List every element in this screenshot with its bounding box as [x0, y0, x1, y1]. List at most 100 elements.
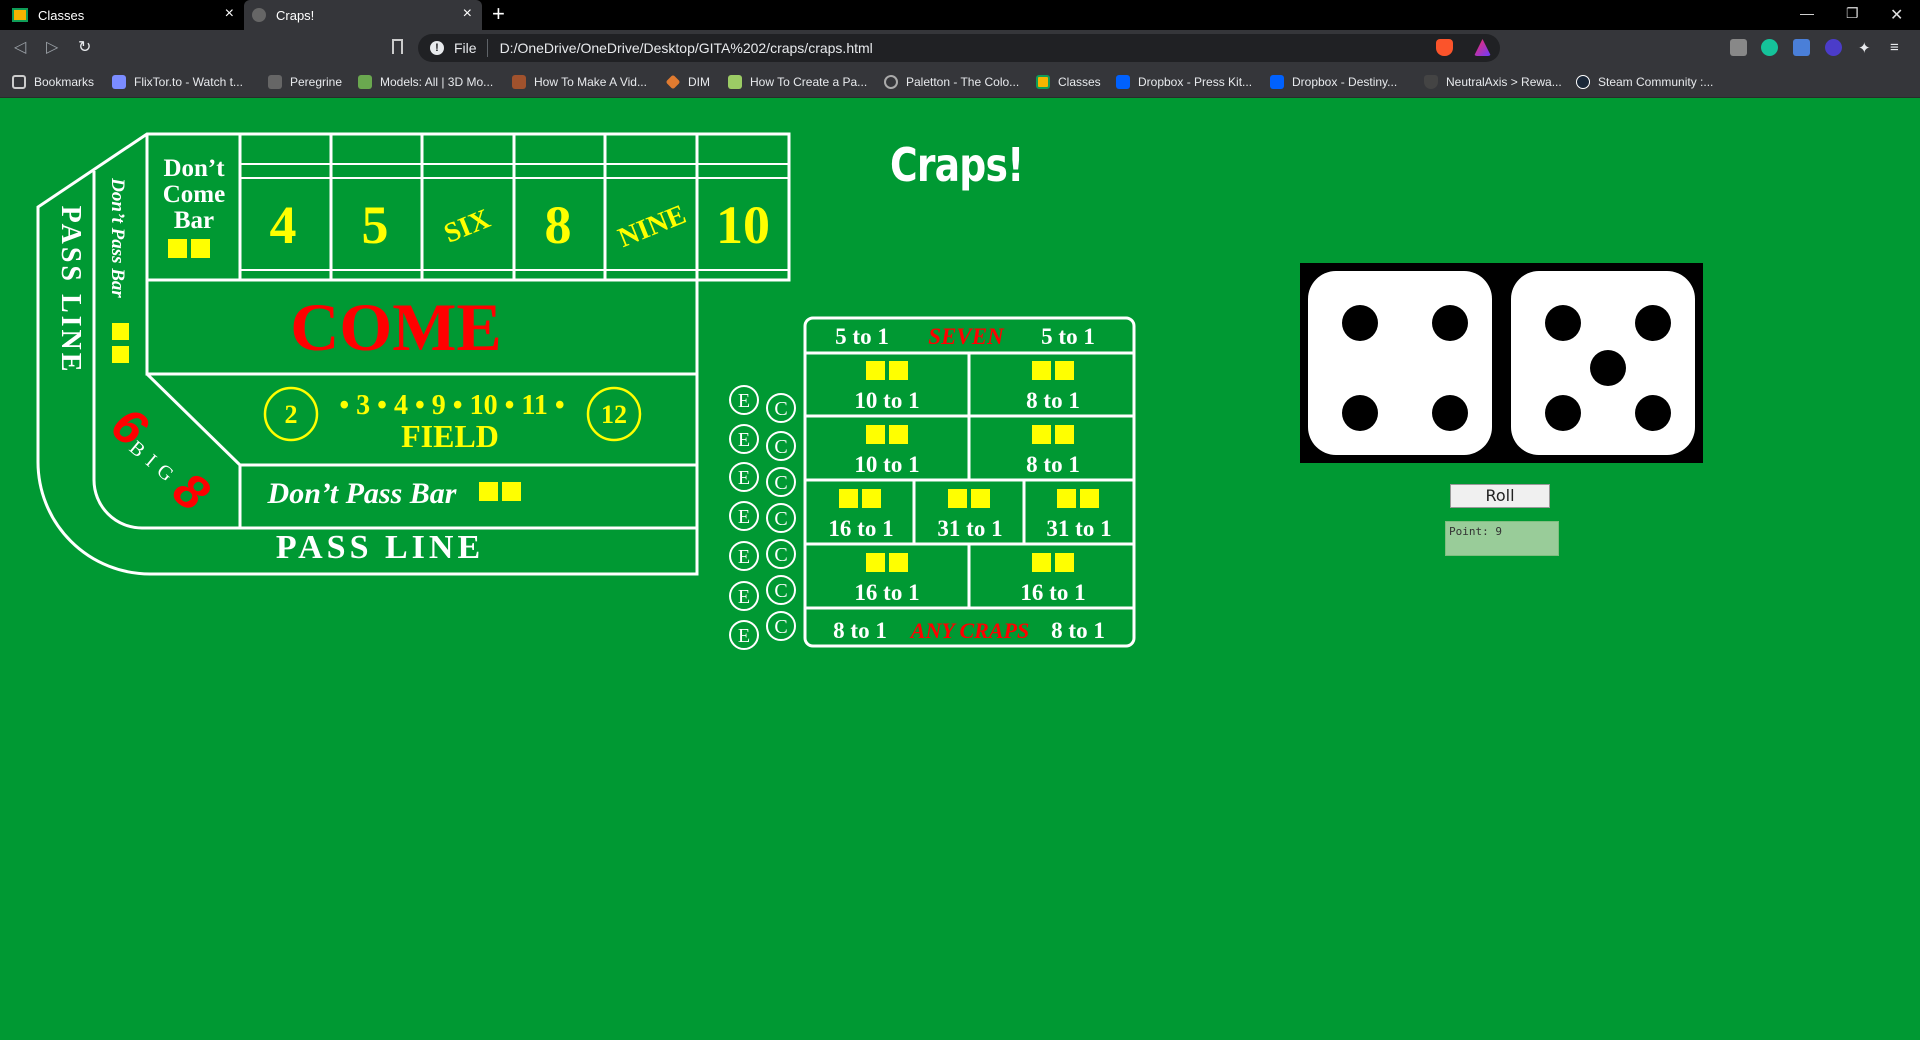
bookmark-page-icon[interactable] — [392, 39, 403, 54]
place-number-six[interactable]: SIX — [440, 203, 495, 249]
any-craps-odds-right: 8 to 1 — [1051, 618, 1105, 643]
bookmark-item[interactable]: Dropbox - Press Kit... — [1116, 66, 1252, 98]
tab-label: Craps! — [276, 7, 315, 23]
palette-icon — [728, 75, 742, 89]
bookmark-item[interactable]: Peregrine — [268, 66, 342, 98]
hard-8-odds: 10 to 1 — [854, 452, 919, 477]
bookmark-label: DIM — [688, 75, 710, 89]
bookmark-item[interactable]: Bookmarks — [12, 66, 94, 98]
hard-10-bet[interactable]: 8 to 1 — [1026, 361, 1080, 413]
puzzle-icon[interactable]: ✦ — [1858, 39, 1875, 57]
new-tab-button[interactable]: + — [492, 2, 505, 26]
restore-icon[interactable]: ❐ — [1846, 5, 1859, 22]
place-number-10[interactable]: 10 — [716, 195, 770, 255]
die-pip — [1342, 305, 1378, 341]
close-window-icon[interactable]: ✕ — [1890, 5, 1903, 25]
classroom-icon — [12, 8, 28, 22]
grammarly-icon[interactable] — [1761, 39, 1778, 56]
dont-come-dice — [168, 239, 210, 258]
twelve-bet[interactable]: 31 to 1 — [1046, 489, 1112, 541]
forward-icon[interactable]: ▷ — [46, 37, 58, 57]
globe-icon — [252, 8, 266, 22]
bookmark-item[interactable]: Steam Community :... — [1576, 66, 1713, 98]
close-tab-icon[interactable]: × — [225, 6, 234, 22]
bookmark-label: Classes — [1058, 75, 1101, 89]
place-number-5[interactable]: 5 — [362, 195, 389, 255]
e-bet-label: E — [738, 625, 750, 647]
yo-9-odds: 16 to 1 — [854, 580, 919, 605]
bookmark-item[interactable]: Models: All | 3D Mo... — [358, 66, 493, 98]
dice-display — [1300, 263, 1703, 463]
seven-odds-right: 5 to 1 — [1041, 324, 1095, 349]
translate-icon[interactable] — [1793, 39, 1810, 56]
ace-deuce-bet[interactable]: 16 to 1 — [828, 489, 894, 541]
e-bet-label: E — [738, 506, 750, 528]
seven-bet[interactable]: SEVEN — [928, 324, 1005, 349]
roll-button[interactable]: Roll — [1450, 484, 1550, 508]
yo-11-bet[interactable]: 16 to 1 — [1020, 553, 1086, 605]
yo-11-odds: 16 to 1 — [1020, 580, 1085, 605]
die-left — [1308, 271, 1492, 455]
k-extension-icon[interactable] — [1825, 39, 1842, 56]
url-scheme: File — [454, 40, 477, 56]
yo-9-bet[interactable]: 16 to 1 — [854, 553, 920, 605]
minimize-icon[interactable]: — — [1800, 5, 1814, 21]
field-2[interactable]: 2 — [285, 400, 298, 429]
place-number-4[interactable]: 4 — [270, 195, 297, 255]
brave-shield-icon[interactable] — [1436, 39, 1453, 56]
tab-strip: Classes × Craps! × + — ❐ ✕ — [0, 0, 1920, 30]
reload-icon[interactable]: ↻ — [78, 37, 91, 57]
bookmark-item[interactable]: Classes — [1036, 66, 1101, 98]
dont-come-bar-line3[interactable]: Bar — [174, 207, 214, 234]
any-craps-bet[interactable]: ANY CRAPS — [909, 618, 1029, 643]
pass-line-side-text[interactable]: PASS LINE — [55, 206, 86, 375]
bookmark-item[interactable]: Dropbox - Destiny... — [1270, 66, 1397, 98]
bookmarks-folder-icon — [12, 75, 26, 89]
video-icon — [512, 75, 526, 89]
tab-craps[interactable]: Craps! × — [244, 0, 482, 30]
place-number-nine[interactable]: NINE — [614, 199, 691, 254]
dont-pass-side-dice — [112, 323, 129, 363]
bookmark-item[interactable]: How To Create a Pa... — [728, 66, 867, 98]
dont-come-bar-line2[interactable]: Come — [163, 181, 225, 208]
aces-bet[interactable]: 31 to 1 — [937, 489, 1003, 541]
die-pip — [1635, 305, 1671, 341]
info-icon[interactable]: ! — [430, 41, 444, 55]
hard-8-bet[interactable]: 10 to 1 — [854, 425, 920, 477]
c-bet-label: C — [774, 508, 787, 530]
bookmarks-bar: Bookmarks FlixTor.to - Watch t... Peregr… — [0, 66, 1920, 98]
place-number-8[interactable]: 8 — [545, 195, 572, 255]
url-text[interactable]: D:/OneDrive/OneDrive/Desktop/GITA%202/cr… — [500, 40, 873, 56]
dont-pass-bar-area[interactable]: Don’t Pass Bar — [267, 477, 457, 510]
address-bar[interactable]: ! File D:/OneDrive/OneDrive/Desktop/GITA… — [418, 34, 1500, 62]
pass-line-area[interactable]: PASS LINE — [276, 529, 484, 566]
die-pip — [1432, 305, 1468, 341]
bookmark-item[interactable]: FlixTor.to - Watch t... — [112, 66, 243, 98]
aces-odds: 31 to 1 — [937, 516, 1002, 541]
come-area[interactable]: COME — [290, 289, 502, 365]
die-pip — [1545, 395, 1581, 431]
hard-6-bet[interactable]: 10 to 1 — [854, 361, 920, 413]
dont-pass-bar-side-text[interactable]: Don’t Pass Bar — [107, 177, 128, 298]
bookmark-label: Dropbox - Press Kit... — [1138, 75, 1253, 89]
page-content: PASS LINE Don’t Pass Bar Don’t Come Bar … — [0, 98, 1920, 1040]
browser-toolbar: ◁ ▷ ↻ ! File D:/OneDrive/OneDrive/Deskto… — [0, 30, 1920, 66]
tab-classes[interactable]: Classes × — [0, 0, 244, 30]
close-tab-icon[interactable]: × — [463, 6, 472, 22]
extension-reader-icon[interactable] — [1730, 39, 1747, 56]
hard-4-bet[interactable]: 8 to 1 — [1026, 425, 1080, 477]
bookmark-item[interactable]: Paletton - The Colo... — [884, 66, 1019, 98]
field-area[interactable]: FIELD — [401, 418, 499, 454]
bookmark-item[interactable]: NeutralAxis > Rewa... — [1424, 66, 1562, 98]
field-12[interactable]: 12 — [601, 400, 627, 429]
menu-icon[interactable]: ≡ — [1890, 39, 1907, 56]
any-craps-odds-left: 8 to 1 — [833, 618, 887, 643]
bookmark-label: Dropbox - Destiny... — [1292, 75, 1398, 89]
dropbox-icon — [1116, 75, 1130, 89]
dont-come-bar-line1[interactable]: Don’t — [163, 155, 225, 182]
bookmark-label: How To Create a Pa... — [750, 75, 868, 89]
back-icon[interactable]: ◁ — [14, 37, 26, 57]
bookmark-item[interactable]: How To Make A Vid... — [512, 66, 647, 98]
bookmark-item[interactable]: DIM — [665, 66, 710, 98]
die-pip — [1342, 395, 1378, 431]
